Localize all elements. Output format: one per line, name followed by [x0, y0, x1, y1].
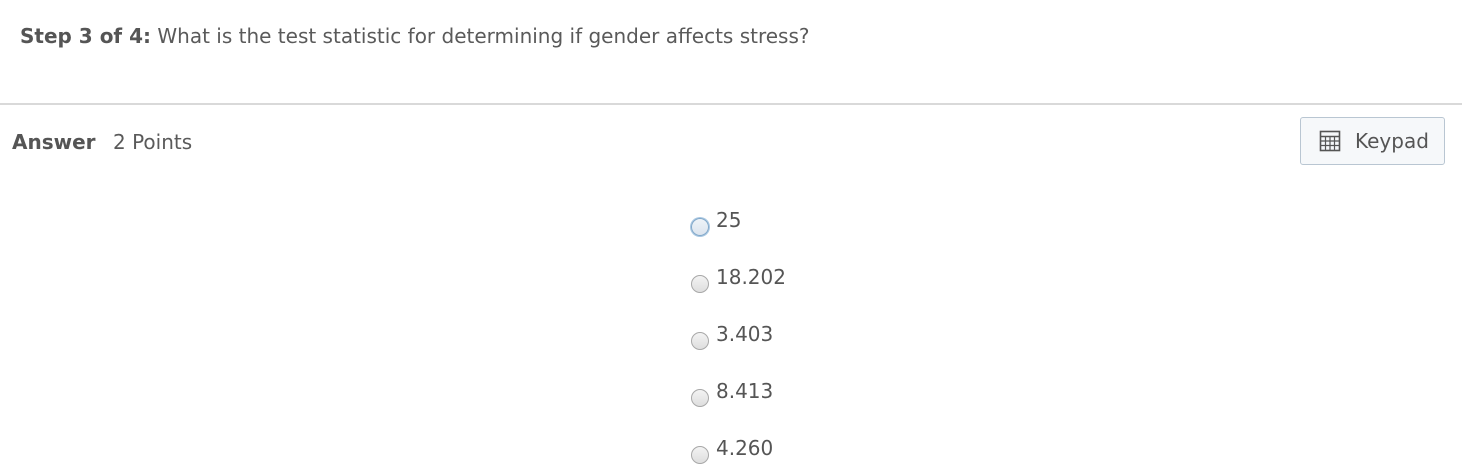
answer-option[interactable]: 3.403 [691, 320, 773, 350]
answer-option[interactable]: 25 [691, 206, 741, 236]
radio-button[interactable] [691, 446, 709, 464]
step-label: Step 3 of 4: [20, 24, 152, 48]
radio-button[interactable] [691, 332, 709, 350]
answer-label: Answer [12, 130, 96, 154]
option-label: 25 [716, 208, 742, 232]
question-prompt: Step 3 of 4: What is the test statistic … [20, 24, 810, 48]
option-label: 18.202 [716, 265, 786, 289]
answer-option[interactable]: 18.202 [691, 263, 786, 293]
keypad-label: Keypad [1355, 129, 1429, 153]
radio-button[interactable] [691, 275, 709, 293]
option-label: 4.260 [716, 436, 774, 460]
radio-button[interactable] [691, 218, 709, 236]
section-divider [0, 103, 1462, 105]
answer-option[interactable]: 4.260 [691, 434, 773, 464]
option-label: 8.413 [716, 379, 774, 403]
question-text: What is the test statistic for determini… [157, 24, 810, 48]
answer-option[interactable]: 8.413 [691, 377, 773, 407]
radio-button[interactable] [691, 389, 709, 407]
keypad-button[interactable]: Keypad [1300, 117, 1445, 165]
calculator-icon [1319, 130, 1341, 152]
points-label: 2 Points [113, 130, 193, 154]
option-label: 3.403 [716, 322, 774, 346]
